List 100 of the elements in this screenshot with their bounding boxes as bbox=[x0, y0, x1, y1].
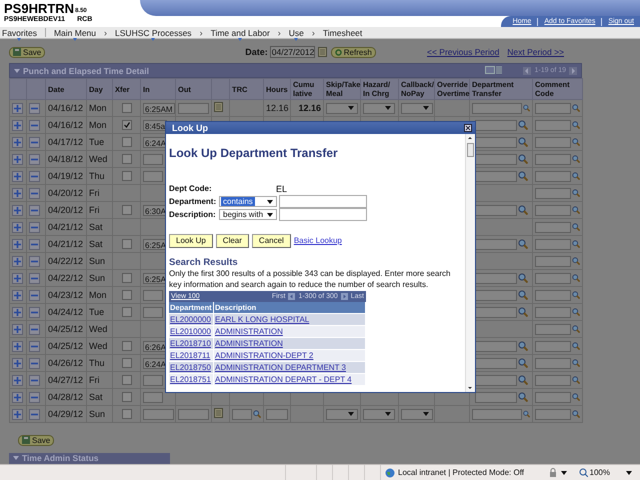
department-code-link[interactable]: EL2018750 bbox=[170, 363, 211, 372]
add-row-button[interactable] bbox=[12, 222, 23, 232]
department-code-link[interactable]: EL2000000 bbox=[170, 315, 211, 324]
operator-dropdown[interactable]: contains bbox=[219, 196, 277, 207]
scrollbar[interactable] bbox=[465, 134, 475, 392]
add-row-button[interactable] bbox=[12, 392, 23, 402]
delete-row-button[interactable] bbox=[29, 374, 40, 386]
department-field[interactable] bbox=[472, 408, 522, 420]
xfer-checkbox[interactable] bbox=[122, 409, 132, 419]
add-row-button[interactable] bbox=[12, 408, 23, 420]
department-code-link[interactable]: EL2010000 bbox=[170, 327, 211, 336]
refresh-button[interactable]: Refresh bbox=[330, 46, 376, 58]
add-row-button[interactable] bbox=[12, 102, 23, 114]
search-icon[interactable] bbox=[253, 409, 261, 419]
search-icon[interactable] bbox=[572, 120, 580, 130]
search-icon[interactable] bbox=[572, 103, 580, 113]
xfer-checkbox[interactable] bbox=[122, 358, 132, 368]
next-period-link[interactable]: Next Period >> bbox=[507, 47, 564, 57]
nav-menu[interactable]: LSUHSC Processes bbox=[115, 28, 192, 38]
department-field[interactable] bbox=[475, 392, 517, 402]
add-row-button[interactable] bbox=[12, 136, 23, 148]
comment-field[interactable] bbox=[535, 290, 571, 300]
xfer-checkbox[interactable] bbox=[122, 171, 132, 181]
department-description-link[interactable]: ADMINISTRATION DEPARTMENT 3 bbox=[215, 363, 346, 372]
trc-field[interactable] bbox=[232, 408, 252, 420]
collapse-icon[interactable] bbox=[14, 68, 20, 72]
department-description-link[interactable]: ADMINISTRATION-DEPT 2 bbox=[215, 351, 314, 360]
search-icon[interactable] bbox=[518, 307, 528, 317]
search-icon[interactable] bbox=[572, 188, 580, 198]
department-field[interactable] bbox=[475, 374, 517, 386]
department-description-link[interactable]: EARL K LONG HOSPITAL bbox=[215, 315, 310, 324]
delete-row-button[interactable] bbox=[29, 204, 40, 216]
xfer-checkbox[interactable] bbox=[122, 120, 132, 130]
save-button[interactable]: Save bbox=[18, 434, 54, 446]
meal-dropdown[interactable] bbox=[326, 408, 358, 420]
search-icon[interactable] bbox=[572, 290, 580, 300]
search-icon[interactable] bbox=[572, 392, 580, 402]
delete-row-button[interactable] bbox=[29, 306, 40, 318]
hours-field[interactable] bbox=[266, 408, 288, 420]
scroll-down-icon[interactable] bbox=[466, 384, 474, 392]
delete-row-button[interactable] bbox=[29, 238, 40, 250]
scrollbar-thumb[interactable] bbox=[467, 143, 474, 157]
out-field[interactable] bbox=[178, 408, 209, 420]
xfer-checkbox[interactable] bbox=[122, 307, 132, 317]
department-code-link[interactable]: EL2018711 bbox=[170, 351, 210, 360]
search-icon[interactable] bbox=[518, 205, 528, 215]
close-icon[interactable] bbox=[464, 124, 472, 132]
delete-row-button[interactable] bbox=[29, 340, 40, 352]
comment-field[interactable] bbox=[535, 170, 571, 182]
search-icon[interactable] bbox=[572, 205, 580, 215]
search-icon[interactable] bbox=[572, 171, 580, 181]
xfer-checkbox[interactable] bbox=[122, 154, 132, 164]
collapse-icon[interactable] bbox=[13, 456, 19, 460]
add-row-button[interactable] bbox=[12, 340, 23, 352]
add-row-button[interactable] bbox=[12, 256, 23, 266]
department-description-link[interactable]: ADMINISTRATION bbox=[215, 327, 283, 336]
delete-row-button[interactable] bbox=[29, 256, 40, 266]
delete-row-button[interactable] bbox=[29, 222, 40, 232]
add-row-button[interactable] bbox=[12, 358, 23, 368]
zoom-level[interactable]: 100% bbox=[590, 468, 610, 477]
department-code-link[interactable]: EL2018751 bbox=[170, 375, 211, 384]
department-field[interactable] bbox=[475, 238, 517, 250]
comment-field[interactable] bbox=[535, 392, 571, 402]
add-row-button[interactable] bbox=[12, 272, 23, 284]
add-row-button[interactable] bbox=[12, 204, 23, 216]
search-icon[interactable] bbox=[572, 239, 580, 249]
search-icon[interactable] bbox=[518, 154, 528, 164]
search-icon[interactable] bbox=[572, 341, 580, 351]
department-code-link[interactable]: EL2018710 bbox=[170, 339, 211, 348]
comment-field[interactable] bbox=[535, 374, 571, 386]
nav-crumb[interactable]: Timesheet bbox=[322, 28, 362, 38]
in-field[interactable] bbox=[143, 408, 174, 420]
search-icon[interactable] bbox=[518, 137, 528, 147]
xfer-checkbox[interactable] bbox=[122, 137, 132, 147]
save-button[interactable]: Save bbox=[9, 46, 46, 58]
search-icon[interactable] bbox=[518, 375, 528, 385]
xfer-checkbox[interactable] bbox=[122, 375, 132, 385]
department-field[interactable] bbox=[475, 136, 517, 148]
in-field[interactable] bbox=[143, 392, 163, 402]
xfer-checkbox[interactable] bbox=[122, 273, 132, 283]
xfer-checkbox[interactable] bbox=[122, 103, 132, 113]
add-row-button[interactable] bbox=[12, 170, 23, 182]
lookup-button[interactable]: Look Up bbox=[169, 234, 213, 248]
out-field[interactable] bbox=[178, 102, 209, 114]
next-icon[interactable] bbox=[340, 293, 348, 300]
nav-menu[interactable]: Main Menu bbox=[54, 28, 96, 38]
lock-icon[interactable] bbox=[548, 468, 558, 478]
search-icon[interactable] bbox=[572, 409, 580, 419]
comment-field[interactable] bbox=[535, 154, 571, 164]
comment-field[interactable] bbox=[535, 204, 571, 216]
search-icon[interactable] bbox=[518, 171, 528, 181]
callback-dropdown[interactable] bbox=[401, 408, 433, 420]
add-row-button[interactable] bbox=[12, 374, 23, 386]
basic-lookup-link[interactable]: Basic Lookup bbox=[294, 236, 342, 245]
comment-field[interactable] bbox=[535, 238, 571, 250]
comment-field[interactable] bbox=[535, 408, 571, 420]
department-description-link[interactable]: ADMINISTRATION bbox=[215, 339, 283, 348]
previous-period-link[interactable]: << Previous Period bbox=[427, 47, 500, 57]
delete-row-button[interactable] bbox=[29, 408, 40, 420]
add-row-button[interactable] bbox=[12, 188, 23, 198]
